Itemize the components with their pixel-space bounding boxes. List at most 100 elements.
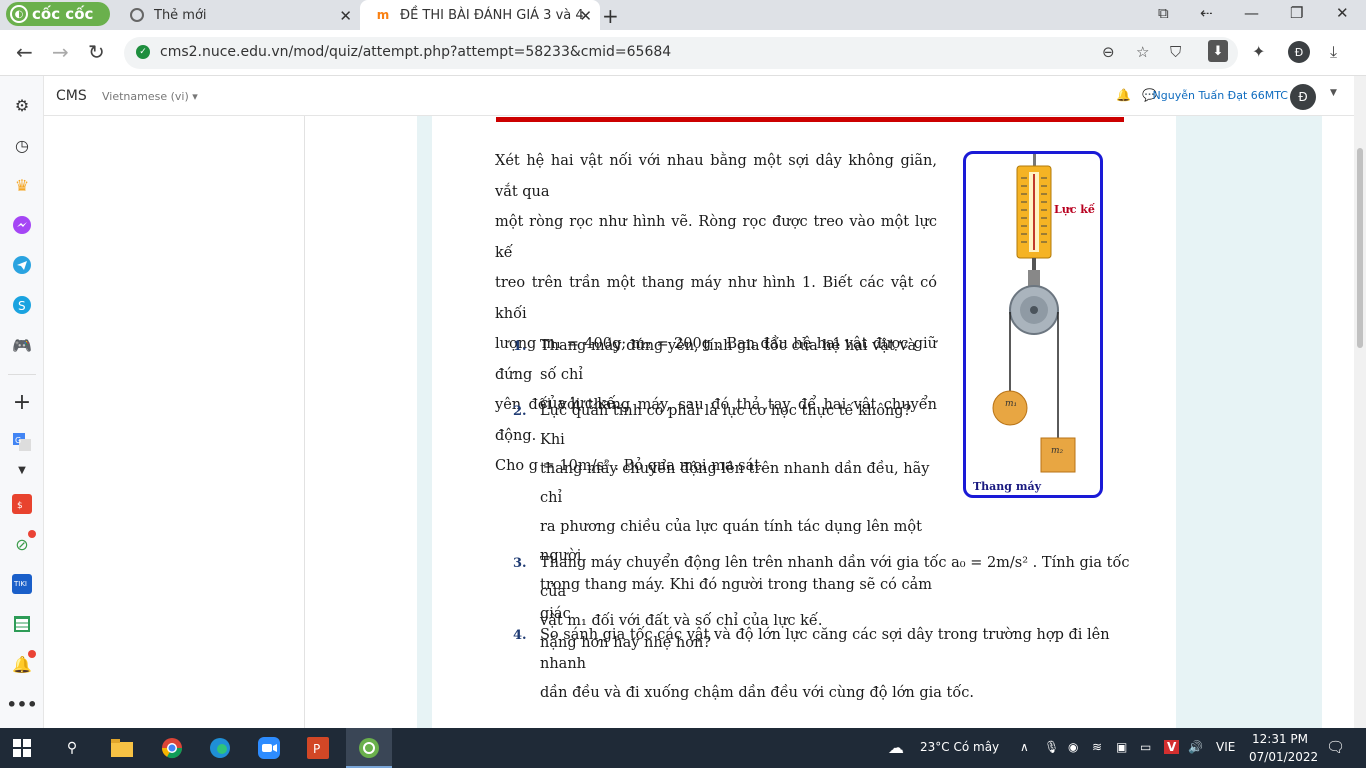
tab-search-icon[interactable]: ⧉ [1158,4,1169,22]
tab-new[interactable]: Thẻ mới ✕ [114,0,360,30]
coccoc-taskbar-icon[interactable] [357,736,381,760]
user-menu-caret-icon[interactable]: ▼ [1330,88,1337,98]
header-rule [496,117,1124,122]
weather-text[interactable]: 23°C Có mây [920,740,999,754]
clock-date[interactable]: 07/01/2022 [1249,750,1318,764]
input-language[interactable]: VIE [1216,740,1235,754]
wifi-icon[interactable]: ≋ [1092,740,1102,754]
language-menu[interactable]: Vietnamese (vi) ▾ [102,90,198,103]
browser-brand-button[interactable]: ◐ cốc cốc [6,2,110,26]
svg-text:P: P [313,742,320,756]
item-number: 3. [513,556,527,571]
item-number: 4. [513,628,527,643]
intro-line: treo trên trần một thang máy như hình 1.… [495,275,937,322]
notification-dot [28,650,36,658]
secure-lock-icon: ✓ [136,45,150,59]
file-explorer-icon[interactable] [110,736,134,760]
clock-time[interactable]: 12:31 PM [1252,732,1308,746]
chrome-icon[interactable] [160,736,184,760]
crown-icon[interactable]: ♛ [10,173,34,197]
coccoc-logo-icon: ◐ [10,5,28,23]
minimize-icon[interactable]: — [1244,4,1259,22]
camera-icon[interactable]: ◉ [1068,740,1078,754]
coccoc-tab-icon [130,8,144,22]
show-hidden-icons-chevron-icon[interactable]: ∧ [1020,740,1029,754]
back-tab-icon[interactable]: ⇠ [1200,4,1213,22]
vpn-icon[interactable]: ▣ [1116,740,1127,754]
item-line: So sánh gia tốc các vật và độ lớn lực că… [540,627,1110,672]
notification-dot [28,530,36,538]
close-tab-icon[interactable]: ✕ [339,7,352,25]
battery-icon[interactable]: ▭ [1140,740,1151,754]
bookmark-star-icon[interactable]: ☆ [1136,43,1149,61]
window-close-icon[interactable]: ✕ [1336,4,1349,22]
map-pin-icon[interactable]: ⊘ [10,530,36,556]
svg-text:S: S [18,299,26,313]
skype-icon[interactable]: S [10,293,34,317]
sidebar-divider [8,374,36,375]
page-scrollbar[interactable] [1354,76,1366,728]
zoom-app-icon[interactable] [257,736,281,760]
browser-brand-label: cốc cốc [32,5,94,23]
translate-icon[interactable]: G [10,430,34,454]
more-icon[interactable]: ••• [7,692,38,716]
item-line: Thang máy đứng yên, tính gia tốc của hệ … [540,338,917,383]
weather-cloud-icon: ☁ [888,738,904,757]
tab-title: ĐỀ THI BÀI ĐÁNH GIÁ 3 và 4 [400,7,584,23]
zoom-icon[interactable]: ⊖ [1102,43,1115,61]
close-tab-icon[interactable]: ✕ [579,7,592,25]
tab-quiz[interactable]: m ĐỀ THI BÀI ĐÁNH GIÁ 3 và 4 ✕ [360,0,600,30]
settings-gear-icon[interactable]: ⚙ [10,93,34,117]
elevator-figure: Lực kế m₁ m₂ Thang máy [963,151,1103,498]
svg-text:$: $ [17,501,23,511]
tab-title: Thẻ mới [154,7,207,23]
user-avatar[interactable]: Đ [1290,84,1316,110]
add-icon[interactable]: + [10,390,34,415]
v-app-icon[interactable]: V [1164,740,1180,754]
item-line: Lực quán tính có phải là lực cơ học thực… [540,403,912,448]
telegram-icon[interactable] [10,253,34,277]
forward-icon[interactable]: → [52,40,69,64]
notification-center-icon[interactable]: 🗨 [1326,738,1345,756]
address-bar-row: ← → ↻ ✓ cms2.nuce.edu.vn/mod/quiz/attemp… [0,30,1366,76]
url-field[interactable]: ✓ cms2.nuce.edu.vn/mod/quiz/attempt.php?… [124,37,1238,69]
maximize-icon[interactable]: ❐ [1290,4,1303,22]
spreadsheet-icon[interactable] [10,612,34,636]
left-column [44,116,305,728]
history-icon[interactable]: ◷ [10,133,34,157]
mass1-label: m₁ [1005,399,1018,409]
downloads-icon[interactable]: ⤓ [1330,42,1337,62]
download-manager-icon[interactable]: ⬇ [1208,40,1228,62]
extensions-icon[interactable]: ✦ [1252,42,1265,61]
expand-chevron-icon[interactable]: ▼ [10,458,34,482]
tab-bar: ◐ cốc cốc Thẻ mới ✕ m ĐỀ THI BÀI ĐÁNH GI… [0,0,1366,30]
tiki-icon[interactable]: TIKI [10,572,34,596]
reload-icon[interactable]: ↻ [88,40,105,64]
mass2-label: m₂ [1051,446,1064,456]
item-number: 2. [513,404,527,419]
svg-text:TIKI: TIKI [13,580,27,588]
game-controller-icon[interactable]: 🎮 [10,333,34,357]
scale-label: Lực kế [1054,203,1095,216]
tet-gift-icon[interactable]: $ [10,492,34,516]
browser-sidebar: ⚙ ◷ ♛ S 🎮 + G ▼ $ ⊘ TIKI 🔔 ••• [0,76,44,728]
messenger-icon[interactable] [10,213,34,237]
item-line: thang máy chuyển động lên trên nhanh dần… [540,461,930,506]
scrollbar-thumb[interactable] [1357,148,1363,348]
back-icon[interactable]: ← [16,40,33,64]
shield-icon[interactable]: ⛉ [1170,43,1181,61]
microphone-icon[interactable]: 🎙 [1044,740,1059,754]
windows-start-icon[interactable] [10,736,34,760]
volume-icon[interactable]: 🔊 [1188,740,1203,754]
new-tab-icon[interactable]: + [602,4,619,28]
bell-icon[interactable]: 🔔 [10,650,36,676]
notifications-bell-icon[interactable]: 🔔 [1116,88,1131,102]
site-name-link[interactable]: CMS [56,88,87,104]
edge-icon[interactable] [208,736,232,760]
powerpoint-icon[interactable]: P [306,736,330,760]
search-icon[interactable]: ⚲ [60,736,84,760]
item-number: 1. [513,339,527,354]
profile-avatar[interactable]: Đ [1288,41,1310,63]
intro-line: một ròng rọc như hình vẽ. Ròng rọc được … [495,214,937,261]
user-menu-name[interactable]: Nguyễn Tuấn Đạt 66MTC [1153,89,1288,102]
